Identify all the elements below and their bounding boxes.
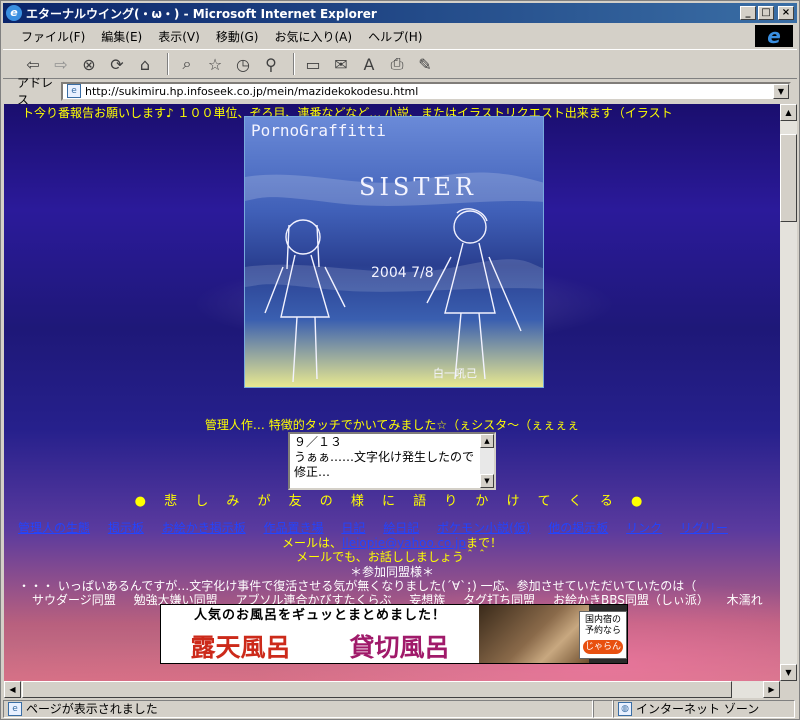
font-size-icon[interactable]: A [357,52,381,76]
maximize-button[interactable]: □ [758,6,774,20]
browser-window: e エターナルウイング(・ω・) - Microsoft Internet Ex… [0,0,800,720]
minimize-button[interactable]: _ [740,6,756,20]
menu-edit[interactable]: 編集(E) [101,28,142,45]
address-dropdown-button[interactable]: ▼ [773,83,789,99]
nav-link-bbs[interactable]: 掲示板 [108,521,144,535]
menu-help[interactable]: ヘルプ(H) [368,28,422,45]
refresh-icon[interactable]: ⟳ [105,52,129,76]
print-icon[interactable]: ⎙ [385,52,409,76]
window-title: エターナルウイング(・ω・) - Microsoft Internet Expl… [26,6,377,21]
news-text: うぁぁ……文字化け発生したので修正… [294,450,475,479]
page-content: ト今り番報告お願いします♪ １００単位、ぞろ目、連番などなど… 小説、またはイラ… [4,104,780,695]
toolbar-separator [167,53,169,75]
channels-icon[interactable]: ⚲ [259,52,283,76]
nav-link-links[interactable]: リンク [626,521,662,535]
address-url[interactable]: http://sukimiru.hp.infoseek.co.jp/mein/m… [85,85,773,98]
scroll-down-icon[interactable]: ▼ [780,664,797,681]
badge-logo: じゃらん [583,640,623,654]
close-button[interactable]: × [778,6,794,20]
menu-favorites[interactable]: お気に入り(A) [274,28,352,45]
nav-link-profile[interactable]: 管理人の生態 [18,521,90,535]
nav-link-picture-diary[interactable]: 絵日記 [383,521,419,535]
banner-badge: 国内宿の 予約なら じゃらん [579,611,627,659]
status-text-cell: e ページが表示されました [3,699,593,718]
vertical-scroll-thumb[interactable] [780,134,797,222]
nav-link-other-bbs[interactable]: 他の掲示板 [548,521,608,535]
toolbar: ⇦ ⇨ ⊗ ⟳ ⌂ ⌕ ☆ ◷ ⚲ ▭ ✉ A ⎙ ✎ [3,49,797,79]
status-blank-cell [593,699,613,718]
badge-line-1: 国内宿の [584,615,621,625]
ad-banner[interactable]: 人気のお風呂をギュッとまとめました！ 露天風呂 貸切風呂 国内宿の 予約なら じ… [160,604,628,664]
title-bar: e エターナルウイング(・ω・) - Microsoft Internet Ex… [3,3,797,23]
page-icon: e [67,84,81,98]
forward-icon[interactable]: ⇨ [49,52,73,76]
nav-link-pokemon-novel[interactable]: ポケモン小説(仮) [437,521,530,535]
banner-body: 露天風呂 貸切風呂 [161,627,479,663]
status-zone: インターネット ゾーン [636,702,760,716]
artwork-subtitle: SISTER [359,173,477,201]
stop-icon[interactable]: ⊗ [77,52,101,76]
artwork-image: PornoGraffitti SISTER 2004 7/8 白一吼己 [244,116,544,388]
artwork-caption: 管理人作… 特徴的タッチでかいてみました☆（ぇシスタ～（ぇぇぇぇ [204,418,580,432]
badge-line-2: 予約なら [584,626,621,636]
internet-zone-icon: ◍ [618,701,632,716]
nav-link-oekaki-bbs[interactable]: お絵かき掲示板 [162,521,246,535]
back-icon[interactable]: ⇦ [21,52,45,76]
vertical-scrollbar[interactable]: ▲ ▼ [780,104,797,681]
news-date: ９／１３ [294,435,343,449]
fullscreen-icon[interactable]: ▭ [301,52,325,76]
banner-photo [479,605,589,663]
banner-right-text: 貸切風呂 [349,633,450,662]
menu-bar: ファイル(F) 編集(E) 表示(V) 移動(G) お気に入り(A) ヘルプ(H… [3,25,753,47]
ie-icon: e [6,5,22,21]
mail-icon[interactable]: ✉ [329,52,353,76]
nav-link-diary[interactable]: 日記 [341,521,365,535]
address-bar: アドレス e http://sukimiru.hp.infoseek.co.jp… [3,76,797,107]
status-zone-cell: ◍ インターネット ゾーン [613,699,795,718]
scroll-left-icon[interactable]: ◀ [4,681,21,698]
nav-link-works[interactable]: 作品置き場 [264,521,324,535]
news-textarea[interactable]: ９／１３ うぁぁ……文字化け発生したので修正… ▲ ▼ [288,432,496,490]
ie-throbber-logo: e [755,25,793,47]
status-bar: e ページが表示されました ◍ インターネット ゾーン [3,698,797,719]
banner-left-text: 露天風呂 [190,633,291,662]
address-field[interactable]: e http://sukimiru.hp.infoseek.co.jp/mein… [61,81,791,101]
scroll-right-icon[interactable]: ▶ [763,681,780,698]
artwork-drawing [245,172,543,383]
group-item: サウダージ同盟 [32,593,116,607]
page-done-icon: e [8,701,22,716]
artwork-date: 2004 7/8 [371,265,434,281]
toolbar-separator [293,53,295,75]
history-icon[interactable]: ◷ [231,52,255,76]
address-label: アドレス [17,76,54,107]
status-text: ページが表示されました [26,702,158,716]
textarea-scroll-down-icon[interactable]: ▼ [480,474,494,488]
favorites-icon[interactable]: ☆ [203,52,227,76]
textarea-scrollbar[interactable]: ▲ ▼ [480,434,494,488]
search-icon[interactable]: ⌕ [175,52,199,76]
edit-icon[interactable]: ✎ [413,52,437,76]
horizontal-scroll-thumb[interactable] [22,681,732,698]
menu-view[interactable]: 表示(V) [158,28,200,45]
menu-file[interactable]: ファイル(F) [21,28,85,45]
horizontal-scrollbar[interactable]: ◀ ▶ [4,681,780,698]
banner-headline: 人気のお風呂をギュッとまとめました！ [161,605,479,627]
artwork-signature: 白一吼己 [433,367,477,380]
menu-go[interactable]: 移動(G) [216,28,259,45]
nav-link-more[interactable]: リグリー [680,521,728,535]
slogan: ● 悲 し み が 友 の 様 に 語 り か け て く る ● [134,494,650,509]
home-icon[interactable]: ⌂ [133,52,157,76]
artwork-title: PornoGraffitti [251,121,386,140]
group-item: 木濡れ [726,593,763,607]
scroll-up-icon[interactable]: ▲ [780,104,797,121]
textarea-scroll-up-icon[interactable]: ▲ [480,434,494,448]
